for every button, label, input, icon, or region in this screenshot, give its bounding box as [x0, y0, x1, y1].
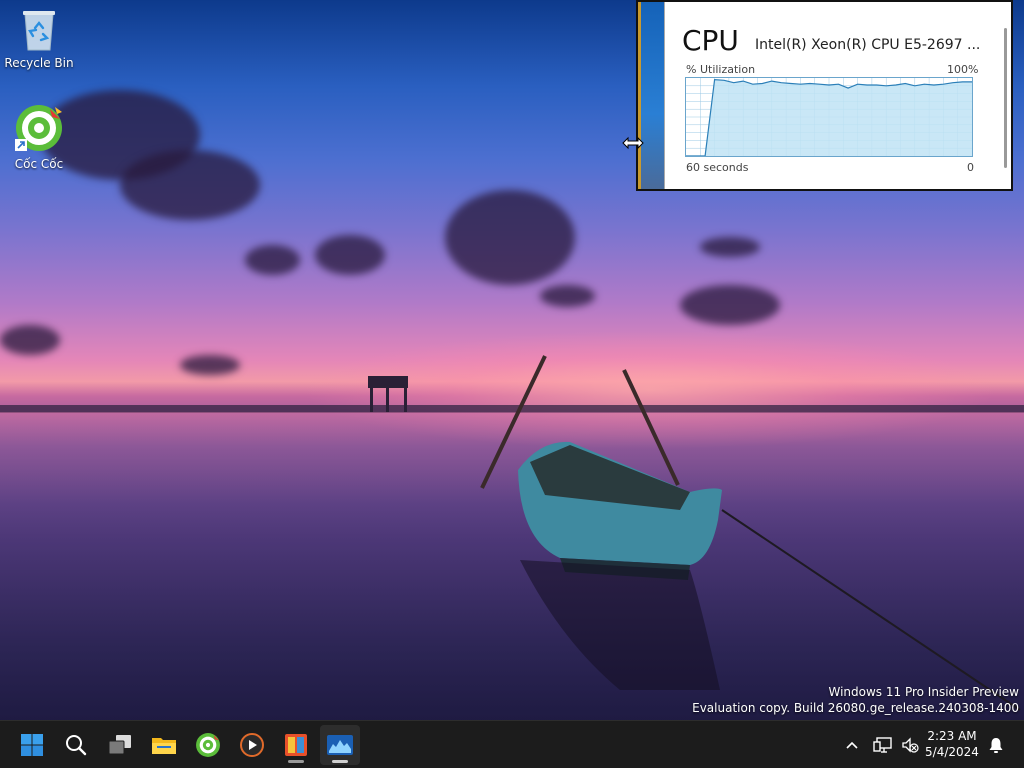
utilization-label: % Utilization: [686, 63, 755, 76]
desktop-icon-recycle-bin[interactable]: Recycle Bin: [3, 8, 75, 70]
resize-cursor-icon: [621, 135, 645, 151]
cpu-utilization-graph: [685, 77, 973, 157]
volume-button[interactable]: [898, 721, 922, 769]
bell-icon: [988, 736, 1004, 754]
recycle-bin-label: Recycle Bin: [4, 56, 73, 70]
desktop-icon-coccoc[interactable]: Cốc Cốc: [3, 103, 75, 171]
media-player-icon: [239, 732, 265, 758]
window-side-panel: [638, 2, 665, 189]
time-end-label: 0: [967, 161, 974, 174]
time-window-label: 60 seconds: [686, 161, 748, 174]
search-icon: [64, 733, 88, 757]
show-hidden-icons-button[interactable]: [840, 721, 864, 769]
notifications-button[interactable]: [984, 721, 1008, 769]
task-view-icon: [107, 733, 133, 757]
vertical-scrollbar[interactable]: [1004, 28, 1007, 168]
clock-time: 2:23 AM: [920, 728, 984, 744]
coccoc-button[interactable]: [188, 725, 228, 765]
task-view-button[interactable]: [100, 725, 140, 765]
volume-muted-icon: [901, 736, 919, 754]
running-indicator: [288, 760, 304, 763]
media-player-button[interactable]: [232, 725, 272, 765]
store-icon: [283, 732, 309, 758]
task-manager-button[interactable]: [320, 725, 360, 765]
windows-icon: [20, 733, 44, 757]
network-button[interactable]: [870, 721, 896, 769]
search-button[interactable]: [56, 725, 96, 765]
coccoc-label: Cốc Cốc: [15, 157, 63, 171]
clock[interactable]: 2:23 AM 5/4/2024: [920, 728, 984, 760]
folder-icon: [151, 733, 177, 757]
performance-icon: [326, 733, 354, 757]
coccoc-icon: [14, 103, 64, 153]
file-explorer-button[interactable]: [144, 725, 184, 765]
cpu-model-name: Intel(R) Xeon(R) CPU E5-2697 ...: [755, 37, 980, 53]
evaluation-watermark: Windows 11 Pro Insider Preview Evaluatio…: [692, 684, 1019, 716]
network-icon: [873, 736, 893, 754]
utilization-max-label: 100%: [947, 63, 978, 76]
coccoc-icon: [195, 732, 221, 758]
chevron-up-icon: [845, 740, 859, 750]
cpu-graph-svg: [686, 78, 972, 156]
watermark-line2: Evaluation copy. Build 26080.ge_release.…: [692, 700, 1019, 716]
watermark-line1: Windows 11 Pro Insider Preview: [692, 684, 1019, 700]
clock-date: 5/4/2024: [920, 744, 984, 760]
active-indicator: [332, 760, 348, 763]
recycle-bin-icon: [19, 8, 59, 52]
cpu-title: CPU: [682, 24, 739, 57]
cpu-performance-window[interactable]: CPU Intel(R) Xeon(R) CPU E5-2697 ... % U…: [636, 0, 1013, 191]
window-focus-edge: [638, 2, 641, 189]
taskbar: 2:23 AM 5/4/2024: [0, 720, 1024, 768]
utilization-area: [686, 80, 972, 156]
app-store-button[interactable]: [276, 725, 316, 765]
start-button[interactable]: [12, 725, 52, 765]
